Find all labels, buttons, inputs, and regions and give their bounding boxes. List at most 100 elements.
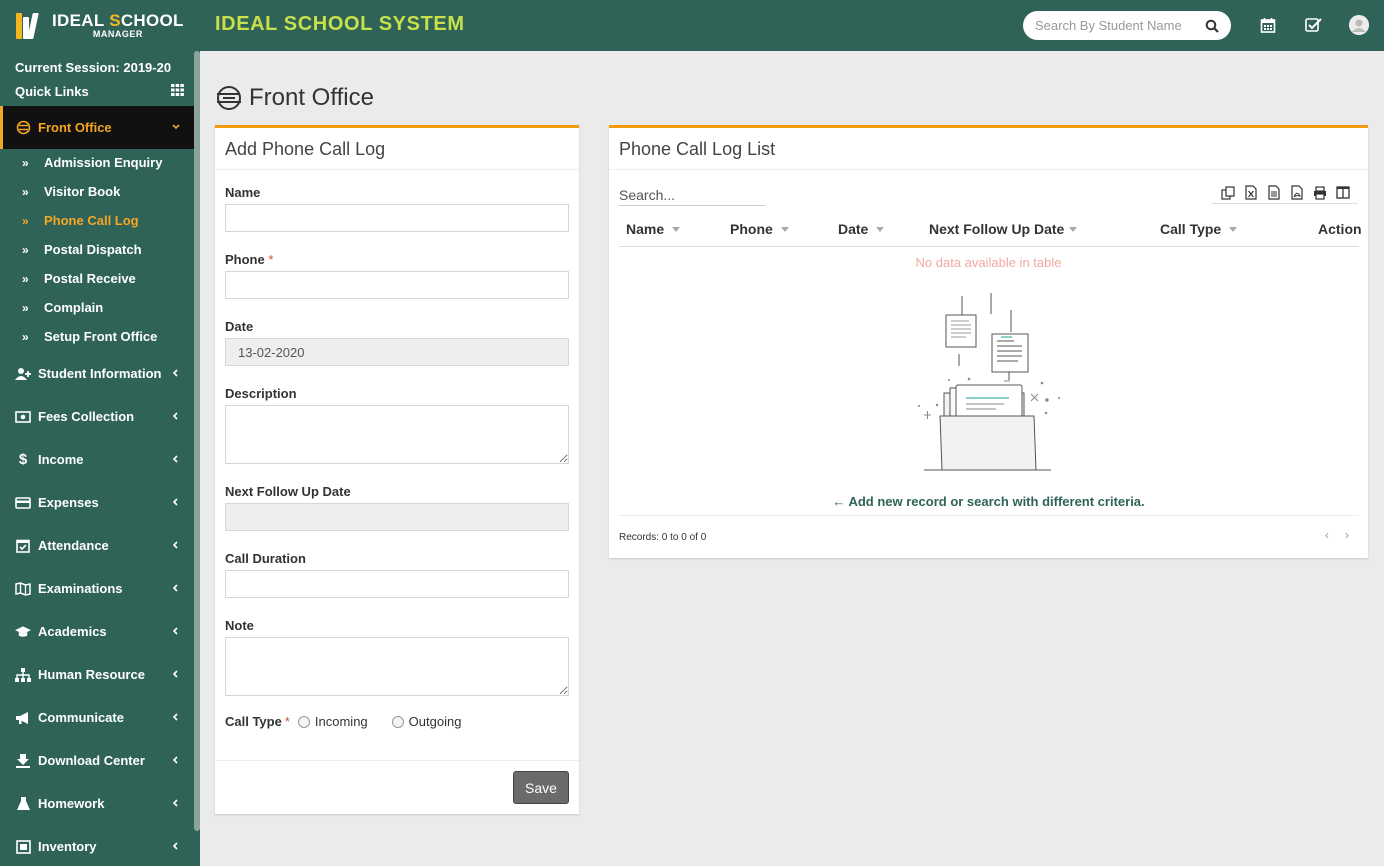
column-header-call-type[interactable]: Call Type <box>1160 221 1238 237</box>
form-title: Add Phone Call Log <box>215 128 579 170</box>
inventory-icon <box>15 839 31 855</box>
name-field[interactable] <box>225 204 569 232</box>
sidebar-subitem-setup-front-office[interactable]: » Setup Front Office <box>0 322 194 351</box>
add-record-hint: ← Add new record or search with differen… <box>832 494 1145 509</box>
calendar-icon[interactable] <box>1258 15 1278 35</box>
chevron-down-icon <box>172 124 180 130</box>
note-field[interactable] <box>225 637 569 696</box>
form-footer-divider <box>215 760 579 761</box>
chevron-left-icon <box>172 455 178 463</box>
sort-caret-icon <box>672 226 681 232</box>
previous-page-icon[interactable]: ‹ <box>1325 528 1329 542</box>
sidebar-item-expenses[interactable]: Expenses <box>0 481 194 524</box>
incoming-label: Incoming <box>314 714 368 729</box>
sidebar-item-attendance[interactable]: Attendance <box>0 524 194 567</box>
calendar-check-icon <box>15 538 31 554</box>
sidebar-subitem-postal-dispatch[interactable]: » Postal Dispatch <box>0 235 194 264</box>
table-header-divider <box>619 246 1359 247</box>
user-avatar-icon[interactable] <box>1349 15 1369 35</box>
sidebar-item-download-center[interactable]: Download Center <box>0 739 194 782</box>
sidebar-subitem-postal-receive[interactable]: » Postal Receive <box>0 264 194 293</box>
sidebar-item-student-information[interactable]: Student Information <box>0 352 194 395</box>
student-search-input[interactable] <box>1035 18 1205 33</box>
date-field[interactable] <box>225 338 569 366</box>
chevron-left-icon <box>172 713 178 721</box>
sidebar-subitem-visitor-book[interactable]: » Visitor Book <box>0 177 194 206</box>
chevron-left-icon <box>172 369 178 377</box>
double-chevron-icon: » <box>22 242 29 257</box>
flask-icon <box>15 796 31 812</box>
user-plus-icon <box>15 366 31 382</box>
front-office-icon <box>15 120 31 136</box>
sidebar-item-human-resource[interactable]: Human Resource <box>0 653 194 696</box>
student-search[interactable] <box>1023 11 1231 40</box>
sort-caret-icon <box>876 226 885 232</box>
next-page-icon[interactable]: › <box>1345 528 1349 542</box>
chevron-left-icon <box>172 498 178 506</box>
columns-icon[interactable] <box>1335 185 1350 200</box>
chevron-left-icon <box>172 627 178 635</box>
export-toolbar <box>1212 182 1358 204</box>
outgoing-radio[interactable] <box>391 715 404 728</box>
list-title: Phone Call Log List <box>609 128 1368 170</box>
graduation-cap-icon <box>15 624 31 640</box>
column-header-name[interactable]: Name <box>626 221 681 237</box>
phone-call-log-list-panel: Phone Call Log List Name Phone Date Next… <box>609 125 1368 558</box>
pdf-icon[interactable] <box>1290 185 1304 200</box>
add-phone-call-log-panel: Add Phone Call Log Name Phone * Date Des… <box>215 125 579 814</box>
next-follow-up-label: Next Follow Up Date <box>225 484 351 499</box>
chevron-left-icon <box>172 670 178 678</box>
name-label: Name <box>225 185 261 200</box>
note-label: Note <box>225 618 254 633</box>
records-count: Records: 0 to 0 of 0 <box>619 532 707 543</box>
phone-field[interactable] <box>225 271 569 299</box>
column-header-date[interactable]: Date <box>838 221 885 237</box>
sidebar-subitem-complain[interactable]: » Complain <box>0 293 194 322</box>
copy-icon[interactable] <box>1220 185 1235 200</box>
money-icon <box>15 409 31 425</box>
sidebar-item-academics[interactable]: Academics <box>0 610 194 653</box>
print-icon[interactable] <box>1313 185 1327 200</box>
search-icon[interactable] <box>1205 19 1219 33</box>
chevron-left-icon <box>172 584 178 592</box>
incoming-radio[interactable] <box>297 715 310 728</box>
table-search-input[interactable] <box>619 184 765 206</box>
sidebar-subitem-admission-enquiry[interactable]: » Admission Enquiry <box>0 148 194 177</box>
csv-icon[interactable] <box>1267 185 1281 200</box>
app-logo[interactable]: IDEAL SCHOOL MANAGER <box>0 0 200 51</box>
sidebar-item-income[interactable]: $ Income <box>0 438 194 481</box>
check-square-icon[interactable] <box>1303 15 1323 35</box>
chevron-left-icon <box>172 412 178 420</box>
sidebar-scrollbar[interactable] <box>194 51 200 831</box>
double-chevron-icon: » <box>22 213 29 228</box>
next-follow-up-date-field[interactable] <box>225 503 569 531</box>
grid-icon[interactable] <box>171 84 184 96</box>
double-chevron-icon: » <box>22 155 29 170</box>
sidebar-item-front-office[interactable]: Front Office <box>0 106 194 149</box>
front-office-icon <box>217 86 241 110</box>
column-header-phone[interactable]: Phone <box>730 221 789 237</box>
sidebar-item-fees-collection[interactable]: Fees Collection <box>0 395 194 438</box>
sort-caret-icon <box>1069 226 1078 232</box>
chevron-left-icon <box>172 842 178 850</box>
chevron-left-icon <box>172 541 178 549</box>
download-icon <box>15 753 31 769</box>
description-field[interactable] <box>225 405 569 464</box>
call-duration-field[interactable] <box>225 570 569 598</box>
chevron-left-icon <box>172 756 178 764</box>
double-chevron-icon: » <box>22 300 29 315</box>
empty-table-message: No data available in table <box>915 255 1062 270</box>
save-button[interactable]: Save <box>513 771 569 804</box>
double-chevron-icon: » <box>22 329 29 344</box>
sidebar-item-communicate[interactable]: Communicate <box>0 696 194 739</box>
sidebar-subitem-phone-call-log[interactable]: » Phone Call Log <box>0 206 194 235</box>
sidebar-item-homework[interactable]: Homework <box>0 782 194 825</box>
excel-icon[interactable] <box>1244 185 1258 200</box>
sidebar-item-examinations[interactable]: Examinations <box>0 567 194 610</box>
column-header-next-follow-up-date[interactable]: Next Follow Up Date <box>929 221 1078 237</box>
date-label: Date <box>225 319 254 334</box>
current-session: Current Session: 2019-20 <box>15 60 172 75</box>
sidebar-item-inventory[interactable]: Inventory <box>0 825 194 866</box>
arrow-left-icon: ← <box>832 494 846 509</box>
empty-folder-illustration <box>918 293 1060 471</box>
